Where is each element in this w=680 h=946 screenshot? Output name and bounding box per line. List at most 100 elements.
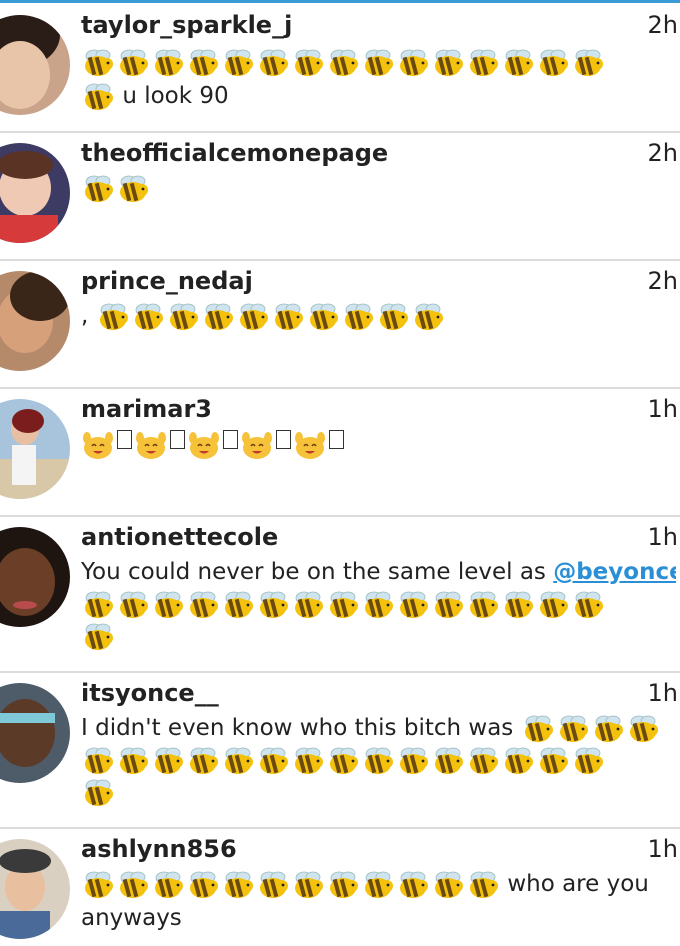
emoji-row [81, 82, 115, 112]
comment-body-line [81, 45, 676, 79]
avatar[interactable] [0, 271, 70, 371]
emoji-row [81, 174, 150, 204]
honeybee-icon [361, 590, 395, 620]
raised-hands-icon [187, 430, 221, 460]
raised-hands-icon [293, 430, 327, 460]
avatar[interactable] [0, 527, 70, 627]
raised-hands-icon [81, 430, 115, 460]
honeybee-icon [256, 48, 290, 78]
honeybee-icon [186, 870, 220, 900]
emoji-row [81, 746, 605, 776]
honeybee-icon [81, 48, 115, 78]
comment-timestamp: 1h [647, 679, 678, 707]
missing-glyph-icon [276, 429, 291, 449]
comment-username[interactable]: ashlynn856 [81, 835, 237, 863]
comment-username[interactable]: taylor_sparkle_j [81, 11, 292, 39]
honeybee-icon [376, 302, 410, 332]
comment-username[interactable]: marimar3 [81, 395, 212, 423]
honeybee-icon [501, 590, 535, 620]
honeybee-icon [431, 590, 465, 620]
comment-timestamp: 2h [647, 139, 678, 167]
honeybee-icon [571, 746, 605, 776]
emoji-row [81, 429, 345, 460]
honeybee-icon [256, 590, 290, 620]
honeybee-icon [166, 302, 200, 332]
honeybee-icon [361, 870, 395, 900]
comment-username[interactable]: prince_nedaj [81, 267, 253, 295]
honeybee-icon [116, 590, 150, 620]
honeybee-icon [221, 48, 255, 78]
comment-timestamp: 2h [647, 11, 678, 39]
emoji-row [81, 622, 115, 652]
honeybee-icon [186, 48, 220, 78]
honeybee-icon [151, 870, 185, 900]
comment-body-line: You could never be on the same level as … [81, 555, 676, 589]
comment-item: taylor_sparkle_j 2h u look 90 [0, 3, 680, 133]
honeybee-icon [571, 590, 605, 620]
missing-glyph-icon [117, 429, 132, 449]
comment-body-line [81, 171, 676, 205]
honeybee-icon [361, 48, 395, 78]
comment-body-line [81, 619, 676, 653]
emoji-row [521, 714, 660, 744]
honeybee-icon [291, 590, 325, 620]
honeybee-icon [431, 48, 465, 78]
comment-username[interactable]: antionettecole [81, 523, 278, 551]
honeybee-icon [591, 714, 625, 744]
avatar[interactable] [0, 399, 70, 499]
mention-link[interactable]: @beyonce [553, 559, 676, 585]
honeybee-icon [536, 590, 570, 620]
honeybee-icon [536, 746, 570, 776]
avatar[interactable] [0, 683, 70, 783]
honeybee-icon [221, 746, 255, 776]
comment-item: ashlynn856 1h who are you anyways [0, 829, 680, 946]
comment-body-line: who are you [81, 867, 676, 901]
honeybee-icon [396, 870, 430, 900]
honeybee-icon [291, 746, 325, 776]
honeybee-icon [431, 870, 465, 900]
honeybee-icon [396, 48, 430, 78]
comment-text: who are you [507, 871, 649, 897]
honeybee-icon [81, 590, 115, 620]
comment-text: u look 90 [122, 83, 229, 109]
honeybee-icon [151, 590, 185, 620]
comment-item: antionettecole 1h You could never be on … [0, 517, 680, 673]
emoji-row [81, 870, 500, 900]
honeybee-icon [466, 870, 500, 900]
comment-item: prince_nedaj 2h , [0, 261, 680, 389]
honeybee-icon [116, 870, 150, 900]
emoji-row [96, 302, 445, 332]
honeybee-icon [466, 48, 500, 78]
comment-text: , [81, 303, 89, 329]
honeybee-icon [81, 746, 115, 776]
honeybee-icon [501, 48, 535, 78]
honeybee-icon [81, 778, 115, 808]
avatar[interactable] [0, 839, 70, 939]
honeybee-icon [396, 746, 430, 776]
comment-body-line: I didn't even know who this bitch was [81, 711, 676, 745]
avatar[interactable] [0, 143, 70, 243]
comment-timestamp: 1h [647, 835, 678, 863]
honeybee-icon [326, 48, 360, 78]
honeybee-icon [271, 302, 305, 332]
comment-timestamp: 1h [647, 523, 678, 551]
comment-body-line [81, 427, 676, 461]
honeybee-icon [536, 48, 570, 78]
comment-username[interactable]: itsyonce__ [81, 679, 219, 707]
honeybee-icon [411, 302, 445, 332]
honeybee-icon [326, 870, 360, 900]
honeybee-icon [131, 302, 165, 332]
honeybee-icon [81, 870, 115, 900]
honeybee-icon [466, 746, 500, 776]
honeybee-icon [326, 746, 360, 776]
comment-username[interactable]: theofficialcemonepage [81, 139, 388, 167]
honeybee-icon [361, 746, 395, 776]
comment-body-line: u look 90 [81, 79, 676, 113]
honeybee-icon [291, 870, 325, 900]
honeybee-icon [431, 746, 465, 776]
honeybee-icon [306, 302, 340, 332]
emoji-row [81, 778, 115, 808]
honeybee-icon [221, 590, 255, 620]
avatar[interactable] [0, 15, 70, 115]
honeybee-icon [151, 48, 185, 78]
